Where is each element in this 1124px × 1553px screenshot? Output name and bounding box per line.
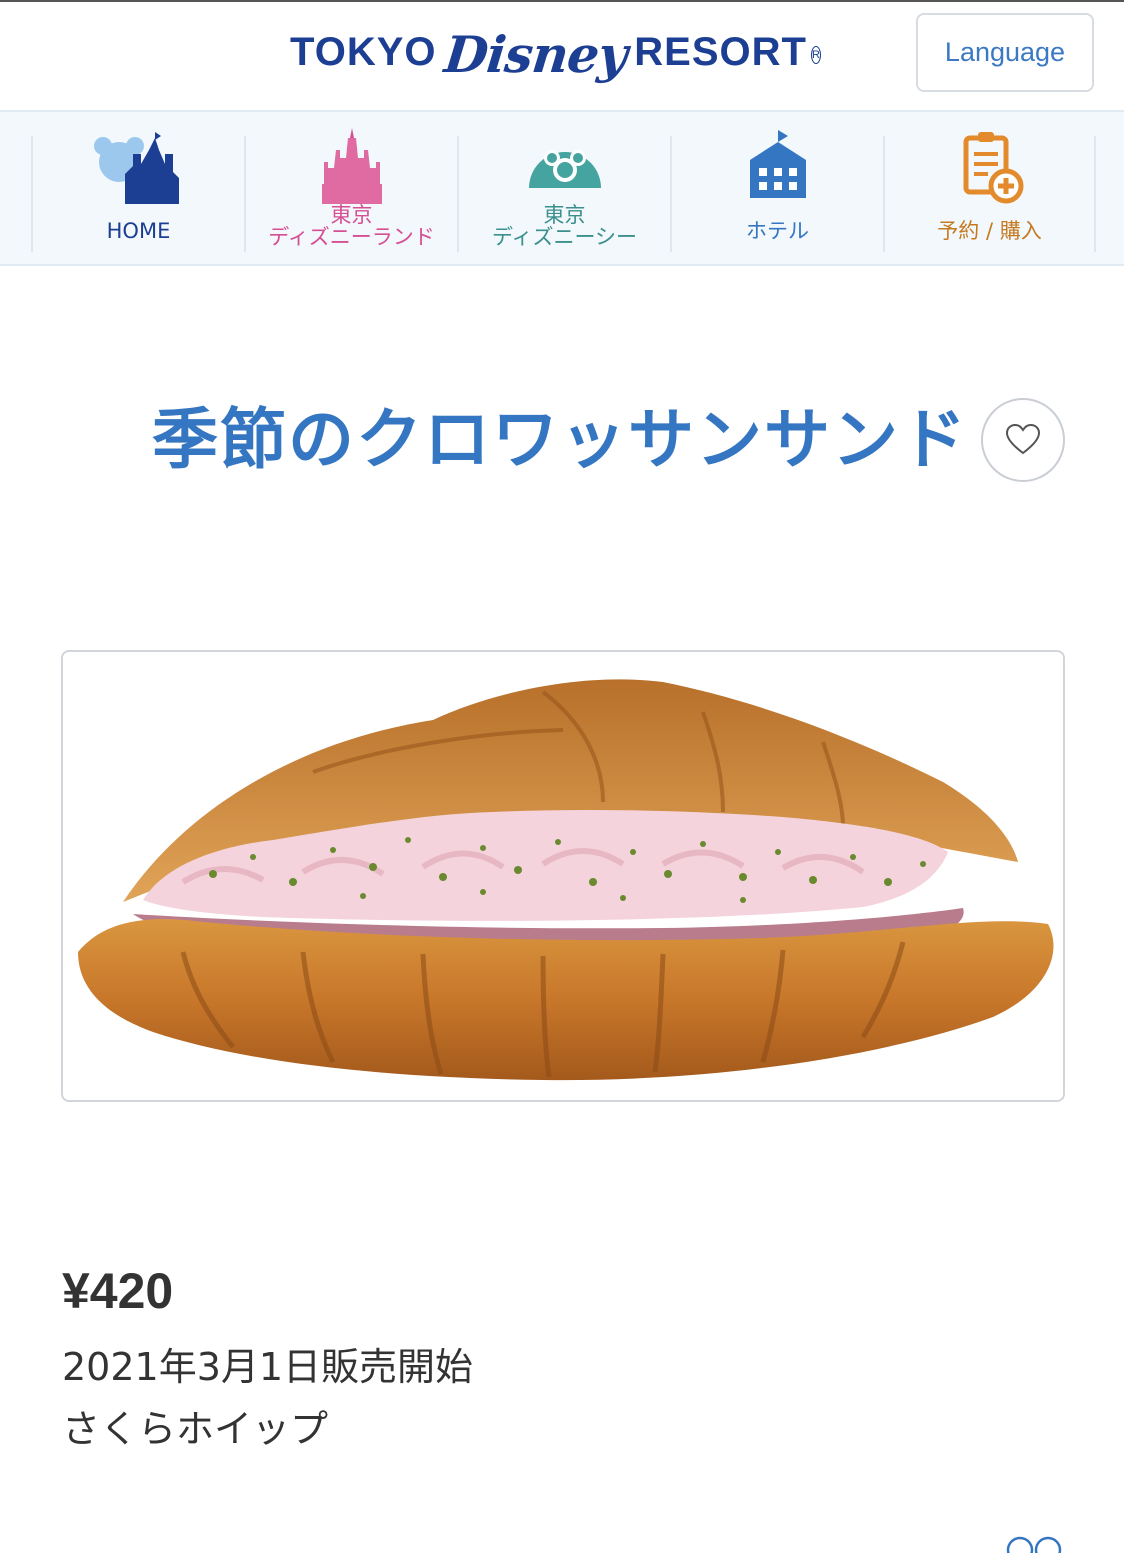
nav-label-tdl-line2: ディズニーランド [268, 225, 435, 249]
mickey-outline-icon [1006, 1536, 1062, 1553]
hotel-icon [749, 130, 806, 198]
nav-label-tdl-line1: 東京 [330, 203, 373, 227]
nav-label-home: HOME [106, 219, 171, 243]
logo-text-disney: Disney [441, 24, 630, 84]
flavor-name: さくらホイップ [62, 1407, 329, 1451]
nav-item-hotel[interactable]: ホテル [670, 130, 883, 252]
logo-text-tokyo: TOKYO [290, 29, 437, 74]
release-date: 2021年3月1日販売開始 [62, 1345, 474, 1389]
heart-icon [1005, 424, 1041, 455]
castle-home-icon [93, 132, 179, 204]
product-image-frame [61, 650, 1065, 1102]
page-title: 季節のクロワッサンサンド [152, 401, 968, 478]
nav-item-reservation[interactable]: 予約 / 購入 [883, 132, 1096, 252]
main-nav: HOME 東京 ディズニーランド 東京 ディズニーシー ホテル 予約 / 購入 [0, 110, 1124, 266]
tokyo-disney-resort-logo[interactable]: TOKYO Disney RESORT R [290, 10, 821, 94]
mickey-globe-icon [528, 150, 601, 188]
croissant-sandwich-image [78, 679, 1054, 1081]
nav-item-tokyo-disneysea[interactable]: 東京 ディズニーシー [457, 136, 670, 252]
nav-item-tokyo-disneyland[interactable]: 東京 ディズニーランド [244, 128, 457, 252]
language-button[interactable]: Language [916, 13, 1094, 92]
nav-label-tds-line2: ディズニーシー [491, 225, 638, 249]
nav-item-home[interactable]: HOME [31, 132, 244, 252]
nav-label-reservation: 予約 / 購入 [937, 219, 1042, 243]
nav-label-hotel: ホテル [746, 219, 809, 243]
price: ¥420 [62, 1263, 174, 1319]
registered-mark: R [810, 46, 821, 64]
site-header: TOKYO Disney RESORT R Language [0, 2, 1124, 110]
nav-label-tds-line1: 東京 [543, 203, 586, 227]
logo-text-resort: RESORT [634, 29, 807, 74]
pink-castle-icon [321, 128, 382, 204]
clipboard-plus-icon [963, 132, 1023, 204]
favorite-button[interactable] [981, 398, 1065, 482]
